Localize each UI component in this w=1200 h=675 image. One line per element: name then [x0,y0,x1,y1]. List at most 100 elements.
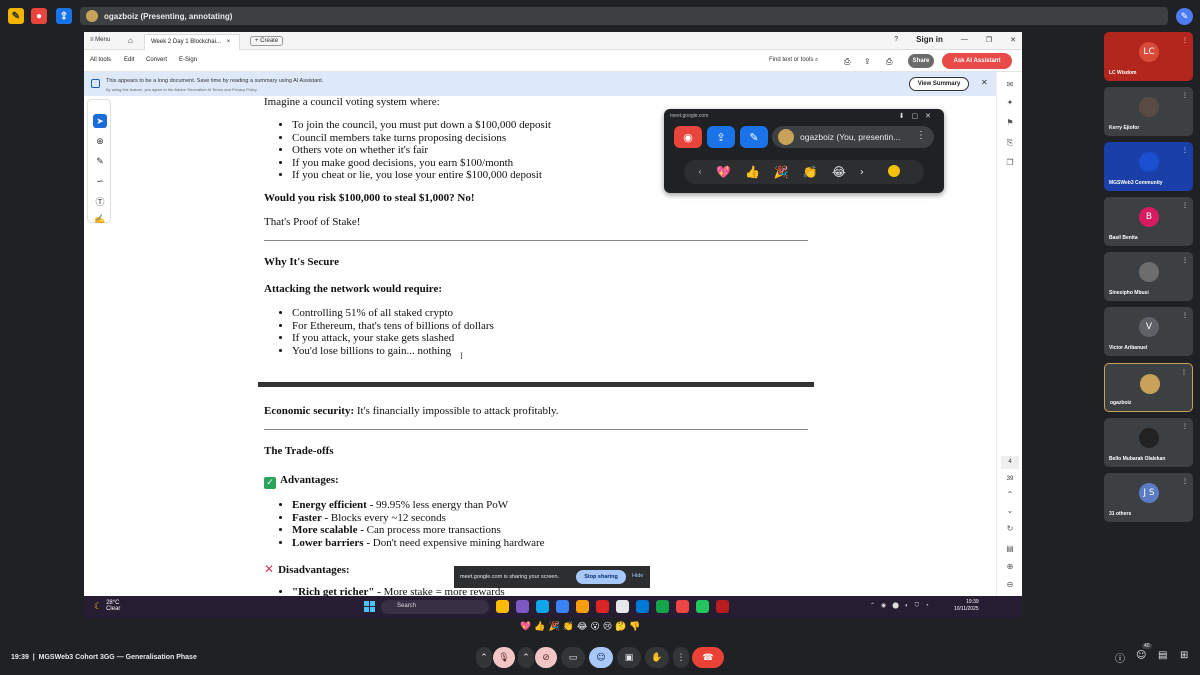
acrobat-icon[interactable] [716,600,729,613]
chrome-icon[interactable] [676,600,689,613]
esign-menu[interactable]: E-Sign [179,57,197,63]
system-tray[interactable]: ⌃◉⬤◐⛉◔ [870,602,935,610]
skin-tone-picker[interactable] [887,164,900,180]
create-button[interactable]: + Create [250,36,284,46]
ai-sparkle-icon[interactable]: ✦ [1003,98,1017,110]
reaction-thumbs-up[interactable]: 👍 [534,622,545,640]
wps-icon[interactable] [596,600,609,613]
find-text-input[interactable]: Find text or tools ⌕ [769,57,818,64]
chevron-right-icon[interactable]: › [860,167,864,178]
participant-tile[interactable]: MGSWeb3 Community ⋮ [1104,142,1193,191]
word-icon[interactable] [616,600,629,613]
people-icon[interactable]: ☺ [1136,650,1146,661]
captions-button[interactable]: ▭ [561,647,585,668]
record-icon[interactable]: ● [31,8,47,24]
reaction-party[interactable]: 🎉 [548,622,559,640]
edit-menu[interactable]: Edit [124,57,134,63]
highlight-pen-icon[interactable]: ✎ [93,154,107,168]
vscode-icon[interactable] [656,600,669,613]
zoom-icon[interactable]: ⊕ [93,134,107,148]
chrome-alt-icon[interactable] [696,600,709,613]
outlook-icon[interactable] [636,600,649,613]
sign-icon[interactable]: ✍ [93,212,107,226]
raise-hand-button[interactable]: ✋ [645,647,669,668]
more-options-icon[interactable]: ⋮ [916,130,926,141]
layers-icon[interactable]: ❐ [1003,158,1017,170]
presenter-chip[interactable]: ogazboiz (You, presentin... ⋮ [772,126,934,148]
minimize-icon[interactable]: — [961,36,968,43]
menu-button[interactable]: ≡ Menu [90,37,110,43]
select-cursor-icon[interactable]: ➤ [93,114,107,128]
mic-off-button[interactable]: 🎙 [493,647,515,668]
ai-assistant-button[interactable]: Ask AI Assistant [942,53,1012,69]
folder-icon[interactable] [576,600,589,613]
reaction-party[interactable]: 🎉 [774,165,789,179]
taskbar-clock[interactable]: 19:39 10/11/2025 [954,599,979,613]
participant-tile[interactable]: B Basil Benita ⋮ [1104,197,1193,246]
reaction-heart[interactable]: 💖 [520,622,531,640]
share-button[interactable]: Share [908,54,934,68]
restore-icon[interactable]: ❐ [986,36,992,44]
zoom-out-icon[interactable]: ⊖ [1003,580,1017,592]
all-tools-menu[interactable]: All tools [90,57,111,63]
text-box-icon[interactable]: Ⓣ [93,194,107,208]
store-icon[interactable] [556,600,569,613]
camera-options-chevron[interactable]: ⌃ [518,647,534,668]
participant-tile[interactable]: Kerry Ejiofor ⋮ [1104,87,1193,136]
sign-in-link[interactable]: Sign in [916,35,943,44]
help-icon[interactable]: ? [894,36,898,43]
chevron-left-icon[interactable]: ‹ [698,167,702,178]
reaction-thumbs-up[interactable]: 👍 [745,165,760,179]
present-icon[interactable]: ⇪ [56,8,72,24]
reaction-thinking[interactable]: 🤔 [615,622,626,640]
participant-tile[interactable]: LC LC Wisdom ⋮ [1104,32,1193,81]
chevron-down-icon[interactable]: ⌄ [1003,506,1017,518]
participant-tile[interactable]: V Victor Aribanuel ⋮ [1104,307,1193,356]
reaction-laugh[interactable]: 😂 [832,165,846,179]
start-button[interactable] [364,601,375,612]
chat-icon[interactable]: ▤ [1158,650,1167,661]
chevron-up-icon[interactable]: ⌃ [1003,490,1017,502]
annotate-button[interactable]: ✎ [740,126,768,148]
leave-call-button[interactable]: ☎ [692,647,724,668]
comment-icon[interactable]: ✉ [1003,80,1017,92]
record-button[interactable]: ◉ [674,126,702,148]
draw-icon[interactable]: ∽ [93,174,107,188]
upload-icon[interactable]: ⇪ [864,57,871,66]
reaction-surprised[interactable]: 😮 [590,622,599,640]
print-icon[interactable]: ⎙ [886,57,892,67]
mic-options-chevron[interactable]: ⌃ [476,647,492,668]
reaction-thumbs-down[interactable]: 👎 [629,622,640,640]
zoom-in-icon[interactable]: ⊕ [1003,562,1017,574]
close-icon[interactable]: ✕ [1010,36,1016,44]
participant-tile[interactable]: J S 31 others ⋮ [1104,473,1193,522]
save-icon[interactable]: ⎙ [844,57,850,67]
presenter-banner[interactable]: ogazboiz (Presenting, annotating) [80,7,1168,25]
info-icon[interactable]: ⓘ [1115,650,1125,665]
participant-tile[interactable]: Bello Mubarak Olalekan ⋮ [1104,418,1193,467]
taskbar-search[interactable]: Search [381,600,489,614]
document-tab[interactable]: Week 2 Day 1 Blockchai... × [144,34,240,50]
page-icon[interactable]: ▤ [1003,544,1017,556]
participant-tile[interactable]: Sinesipho Mbusi ⋮ [1104,252,1193,301]
convert-menu[interactable]: Convert [146,57,167,63]
activities-icon[interactable]: ⊞ [1180,650,1188,661]
annotate-icon[interactable]: ✎ [8,8,24,24]
weather-widget[interactable]: ☾ 28°C Clear [94,600,120,612]
file-explorer-icon[interactable] [496,600,509,613]
present-button[interactable]: ⇪ [707,126,735,148]
edge-icon[interactable] [536,600,549,613]
reaction-laugh[interactable]: 😂 [577,622,588,640]
pen-tool-icon[interactable]: ✎ [1176,8,1193,25]
banner-close-icon[interactable]: ✕ [981,78,988,87]
reaction-clap[interactable]: 👏 [563,622,574,640]
stop-sharing-button[interactable]: Stop sharing [576,570,626,584]
camera-off-button[interactable]: ⊘ [535,647,557,668]
attachment-icon[interactable]: ⎘ [1003,138,1017,150]
more-options-button[interactable]: ⋮ [673,647,689,668]
page-number-field[interactable]: 4 [1001,456,1019,469]
bookmark-icon[interactable]: ⚑ [1003,118,1017,130]
hide-button[interactable]: Hide [632,573,643,579]
rotate-icon[interactable]: ↻ [1003,524,1017,536]
reaction-sad[interactable]: 😢 [603,622,612,640]
